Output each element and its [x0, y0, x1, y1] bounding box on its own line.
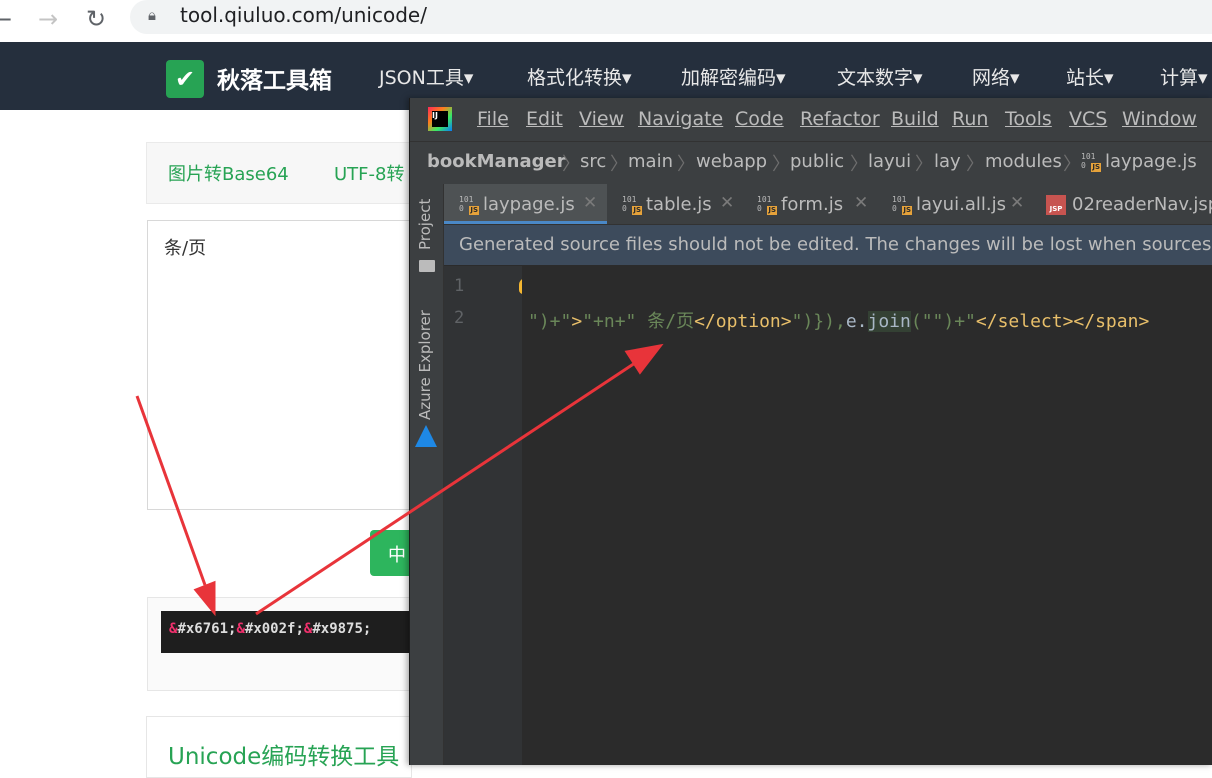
menu-edit[interactable]: Edit [526, 108, 563, 130]
crumb-file[interactable]: 101 0 JS laypage.js [1081, 151, 1197, 172]
menu-run[interactable]: Run [952, 108, 988, 130]
intellij-logo-icon: IJ [428, 107, 452, 131]
azure-icon [415, 425, 437, 447]
code-line: ")+">"+n+" 条/页</option>")}),e.join("")+"… [528, 311, 1150, 332]
code-editor[interactable]: ")+">"+n+" 条/页</option>")}),e.join("")+"… [522, 266, 1212, 765]
tool-window-strip: Project Azure Explorer [410, 184, 444, 765]
menu-build[interactable]: Build [891, 108, 939, 130]
project-tool-button[interactable]: Project [416, 199, 434, 250]
nav-format-convert[interactable]: 格式化转换▾ [527, 63, 632, 90]
nav-calculate[interactable]: 计算▾ [1160, 63, 1208, 90]
menu-code[interactable]: Code [735, 108, 784, 130]
convert-button[interactable]: 中 [370, 530, 410, 576]
entity-value: #x9875; [312, 621, 372, 637]
close-icon[interactable]: ✕ [1010, 193, 1024, 213]
tab-label: 02readerNav.jsp [1072, 194, 1212, 215]
nav-json-tools[interactable]: JSON工具▾ [379, 63, 473, 90]
chevron-right-icon: 〉 [562, 154, 580, 175]
chevron-right-icon: 〉 [915, 154, 933, 175]
nav-network[interactable]: 网络▾ [972, 63, 1020, 90]
crumb-layui[interactable]: layui [868, 151, 911, 172]
crumb-project[interactable]: bookManager [427, 151, 566, 172]
ide-breadcrumbs: bookManager 〉 src 〉 main 〉 webapp 〉 publ… [410, 141, 1212, 185]
notice-text: Generated source files should not be edi… [459, 234, 1212, 255]
crumb-modules[interactable]: modules [985, 151, 1062, 172]
crumb-main[interactable]: main [628, 151, 673, 172]
crumb-webapp[interactable]: webapp [696, 151, 767, 172]
reload-icon[interactable]: ↻ [86, 5, 106, 33]
crumb-lay[interactable]: lay [934, 151, 961, 172]
tab-label: laypage.js [483, 194, 575, 215]
tab-label: table.js [646, 194, 712, 215]
menu-tools[interactable]: Tools [1005, 108, 1052, 130]
chevron-right-icon: 〉 [772, 154, 790, 175]
entity-value: #x002f; [244, 621, 304, 637]
ide-menubar: IJ File Edit View Navigate Code Refactor… [410, 98, 1212, 141]
site-title[interactable]: 秋落工具箱 [217, 61, 332, 95]
section-card: Unicode编码转换工具 [146, 716, 412, 778]
entity-value: #x6761; [177, 621, 237, 637]
wrench-icon[interactable]: ✔︎ [166, 60, 204, 98]
tab-table-js[interactable]: 101 0 JS table.js ✕ [607, 184, 742, 224]
js-file-icon: 101 0 JS [459, 195, 479, 215]
convert-button-label: 中 [388, 545, 406, 566]
close-icon[interactable]: ✕ [854, 193, 868, 213]
menu-view[interactable]: View [579, 108, 624, 130]
nav-text-number[interactable]: 文本数字▾ [837, 63, 923, 90]
menu-navigate[interactable]: Navigate [638, 108, 723, 130]
tab-label: form.js [781, 194, 844, 215]
result-code: &#x6761;&#x002f;&#x9875; [161, 611, 410, 653]
tab-form-js[interactable]: 101 0 JS form.js ✕ [742, 184, 877, 224]
chevron-right-icon: 〉 [1063, 154, 1081, 175]
editor-tabs: 101 0 JS laypage.js ✕ 101 0 JS table.js ✕ 101 0… [444, 184, 1212, 225]
entity-amp: & [236, 621, 245, 637]
tool-tabs: 图片转Base64 UTF-8转 [146, 142, 412, 204]
menu-file[interactable]: File [477, 108, 509, 130]
line-number: 2 [454, 308, 465, 328]
back-icon[interactable]: ← [0, 5, 12, 33]
menu-refactor[interactable]: Refactor [800, 108, 880, 130]
jsp-file-icon: JSP [1046, 195, 1066, 215]
tab-layui-all-js[interactable]: 101 0 JS layui.all.js ✕ [877, 184, 1032, 224]
chevron-right-icon: 〉 [850, 154, 868, 175]
menu-vcs[interactable]: VCS [1069, 108, 1107, 130]
tab-label: layui.all.js [916, 194, 1006, 215]
tab-laypage-js[interactable]: 101 0 JS laypage.js ✕ [444, 184, 607, 224]
js-file-icon: 101 0 JS [757, 195, 777, 215]
input-text: 条/页 [164, 238, 207, 259]
js-file-icon: 101 0 JS [1081, 152, 1101, 172]
ide-window: IJ File Edit View Navigate Code Refactor… [409, 98, 1212, 765]
crumb-src[interactable]: src [580, 151, 606, 172]
browser-toolbar: ← → ↻ 🔒︎ tool.qiuluo.com/unicode/ [0, 0, 1212, 43]
close-icon[interactable]: ✕ [720, 193, 734, 213]
chevron-right-icon: 〉 [677, 154, 695, 175]
folder-icon [419, 260, 435, 272]
chevron-right-icon: 〉 [966, 154, 984, 175]
generated-source-notice: Generated source files should not be edi… [444, 225, 1212, 265]
js-file-icon: 101 0 JS [892, 195, 912, 215]
tab-02readernav-jsp[interactable]: JSP 02readerNav.jsp [1032, 184, 1212, 224]
tab-utf8[interactable]: UTF-8转 [334, 160, 404, 186]
azure-explorer-tool-button[interactable]: Azure Explorer [416, 310, 434, 420]
chevron-right-icon: 〉 [610, 154, 628, 175]
url-text: tool.qiuluo.com/unicode/ [180, 3, 427, 27]
crumb-public[interactable]: public [790, 151, 844, 172]
tab-image-base64[interactable]: 图片转Base64 [168, 160, 289, 186]
nav-webmaster[interactable]: 站长▾ [1066, 63, 1114, 90]
input-textarea[interactable]: 条/页 [147, 220, 411, 510]
section-title: Unicode编码转换工具 [168, 744, 400, 770]
line-number: 1 [454, 276, 465, 296]
address-bar[interactable]: 🔒︎ tool.qiuluo.com/unicode/ [130, 0, 1212, 34]
forward-icon[interactable]: → [38, 5, 58, 33]
nav-encrypt-encode[interactable]: 加解密编码▾ [681, 63, 786, 90]
lock-icon: 🔒︎ [148, 6, 156, 24]
menu-window[interactable]: Window [1122, 108, 1197, 130]
js-file-icon: 101 0 JS [622, 195, 642, 215]
close-icon[interactable]: ✕ [583, 193, 597, 213]
line-gutter: 1 2 [444, 266, 522, 765]
